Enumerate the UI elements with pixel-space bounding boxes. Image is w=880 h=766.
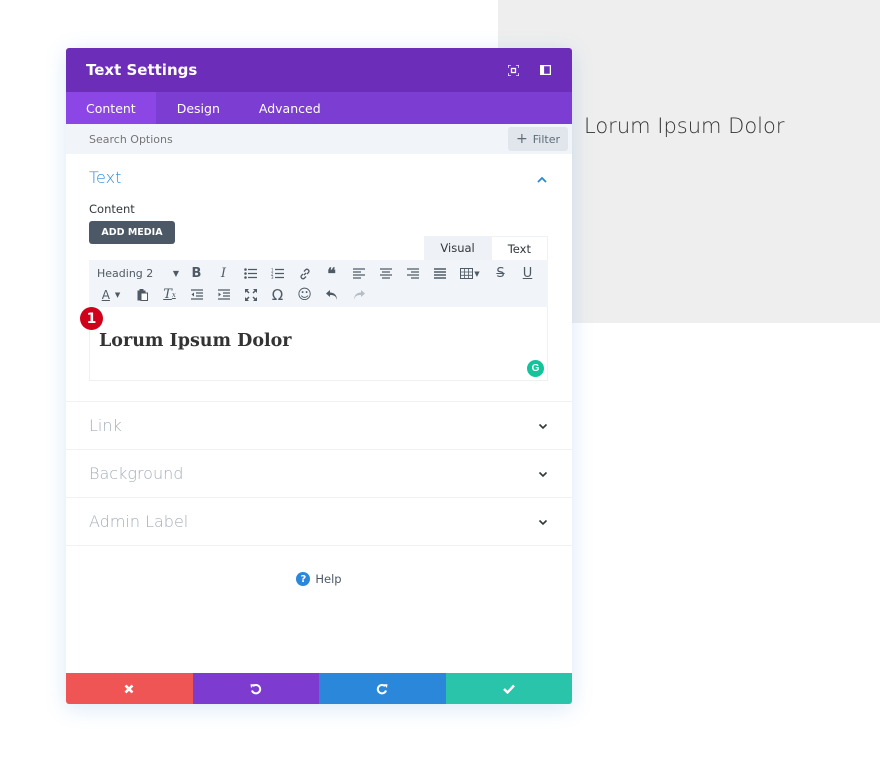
sidebar-layout-icon[interactable] <box>538 63 552 77</box>
panel-title: Text Settings <box>86 61 198 79</box>
paste-as-text-icon[interactable] <box>129 284 156 305</box>
indent-icon[interactable] <box>210 284 237 305</box>
grammarly-icon[interactable]: G <box>527 360 544 377</box>
redo-icon[interactable] <box>345 284 372 305</box>
bold-icon[interactable]: B <box>183 263 210 284</box>
text-settings-panel: Text Settings Content Design Advanced + … <box>66 48 572 704</box>
search-bar: + Filter <box>66 124 572 154</box>
clear-formatting-icon[interactable]: Tx <box>156 284 183 305</box>
chevron-down-icon[interactable] <box>537 516 549 528</box>
fullscreen-icon[interactable] <box>237 284 264 305</box>
special-character-icon[interactable]: Ω <box>264 284 291 305</box>
align-right-icon[interactable] <box>399 263 426 284</box>
save-button[interactable] <box>445 673 572 704</box>
question-icon: ? <box>296 572 311 586</box>
text-section-title[interactable]: Text <box>89 168 549 187</box>
blockquote-icon[interactable]: ❝ <box>318 263 345 284</box>
undo-button[interactable] <box>192 673 319 704</box>
preview-text: Lorum Ipsum Dolor <box>584 114 785 138</box>
link-section[interactable]: Link <box>66 402 572 450</box>
italic-icon[interactable]: I <box>210 263 237 284</box>
filter-label: Filter <box>532 132 560 146</box>
expand-icon[interactable] <box>506 63 520 77</box>
panel-tabs: Content Design Advanced <box>66 92 572 124</box>
table-icon[interactable]: ▼ <box>453 263 487 284</box>
panel-header[interactable]: Text Settings <box>66 48 572 92</box>
filter-button[interactable]: + Filter <box>508 127 568 151</box>
link-icon[interactable] <box>291 263 318 284</box>
redo-icon <box>377 683 388 694</box>
text-color-icon[interactable]: A ▼ <box>93 284 129 305</box>
close-icon <box>124 684 134 693</box>
editor-toolbar: Heading 2 ▼ B I 123 ❝ ▼ S U A ▼ T x Ω ☺ <box>89 260 548 307</box>
tab-content[interactable]: Content <box>66 92 156 124</box>
add-media-button[interactable]: ADD MEDIA <box>89 221 175 244</box>
background-section[interactable]: Background <box>66 450 572 498</box>
panel-footer <box>66 673 572 704</box>
caret-down-icon: ▼ <box>172 269 179 278</box>
undo-icon[interactable] <box>318 284 345 305</box>
check-icon <box>502 684 515 694</box>
plus-icon: + <box>516 131 528 147</box>
strikethrough-icon[interactable]: S <box>487 263 514 284</box>
format-select[interactable]: Heading 2 ▼ <box>93 263 183 284</box>
step-badge: 1 <box>80 307 103 330</box>
outdent-icon[interactable] <box>183 284 210 305</box>
editor-heading-text[interactable]: Lorum Ipsum Dolor <box>99 331 547 351</box>
background-section-title: Background <box>89 464 184 483</box>
text-section: Text Content ADD MEDIA Visual Text Headi… <box>66 154 572 402</box>
tab-design[interactable]: Design <box>156 92 241 124</box>
cancel-button[interactable] <box>66 673 193 704</box>
align-justify-icon[interactable] <box>426 263 453 284</box>
align-center-icon[interactable] <box>372 263 399 284</box>
content-label: Content <box>89 202 135 216</box>
link-section-title: Link <box>89 416 122 435</box>
chevron-down-icon[interactable] <box>537 420 549 432</box>
format-select-value: Heading 2 <box>97 267 154 280</box>
search-options-input[interactable] <box>89 132 509 146</box>
bullet-list-icon[interactable] <box>237 263 264 284</box>
align-left-icon[interactable] <box>345 263 372 284</box>
svg-text:3: 3 <box>271 275 274 279</box>
emoji-icon[interactable]: ☺ <box>291 284 318 305</box>
rich-text-editor: Heading 2 ▼ B I 123 ❝ ▼ S U A ▼ T x Ω ☺ … <box>80 260 548 381</box>
page: Lorum Ipsum Dolor Text Settings Content … <box>0 0 880 766</box>
undo-icon <box>250 683 261 694</box>
help-link[interactable]: ? Help <box>66 572 572 586</box>
chevron-up-icon[interactable] <box>536 174 548 186</box>
numbered-list-icon[interactable]: 123 <box>264 263 291 284</box>
admin-label-section[interactable]: Admin Label <box>66 498 572 546</box>
chevron-down-icon[interactable] <box>537 468 549 480</box>
redo-button[interactable] <box>319 673 446 704</box>
editor-content-area[interactable]: 1 Lorum Ipsum Dolor G <box>80 307 548 381</box>
editor-mode-tabs: Visual Text <box>424 236 548 260</box>
tab-visual[interactable]: Visual <box>424 236 491 260</box>
tab-text[interactable]: Text <box>490 236 548 260</box>
underline-icon[interactable]: U <box>514 263 541 284</box>
tab-advanced[interactable]: Advanced <box>241 92 341 124</box>
admin-label-section-title: Admin Label <box>89 512 189 531</box>
help-label: Help <box>315 572 342 586</box>
